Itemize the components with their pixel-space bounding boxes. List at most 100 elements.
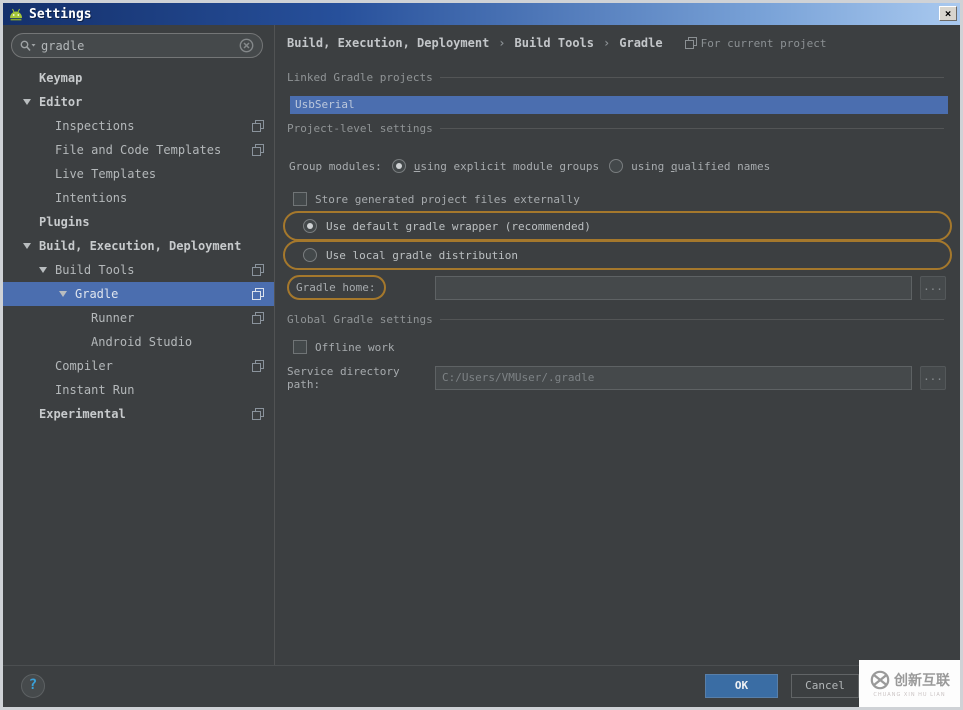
android-icon — [10, 8, 22, 20]
service-directory-browse-button[interactable]: ... — [920, 365, 946, 390]
sidebar-item-keymap[interactable]: Keymap — [3, 66, 274, 90]
global-gradle-settings-header: Global Gradle settings — [287, 312, 944, 326]
store-externally-label: Store generated project files externally — [315, 192, 580, 206]
project-level-settings-header: Project-level settings — [287, 121, 944, 135]
sidebar-item-inspections[interactable]: Inspections — [3, 114, 274, 138]
offline-work-row: Offline work — [275, 339, 960, 355]
copy-settings-icon — [252, 360, 264, 372]
sidebar-item-experimental[interactable]: Experimental — [3, 402, 274, 426]
expand-arrow-icon[interactable] — [59, 291, 67, 297]
default-wrapper-label: Use default gradle wrapper (recommended) — [326, 219, 591, 233]
sidebar-item-live-templates[interactable]: Live Templates — [3, 162, 274, 186]
radio-explicit-label: using explicit module groups — [413, 159, 600, 173]
watermark-subtext: CHUANG XIN HU LIAN — [873, 692, 946, 698]
sidebar-item-label: Inspections — [55, 119, 135, 133]
breadcrumb-build-execution-deployment[interactable]: Build, Execution, Deployment — [287, 36, 489, 50]
sidebar-item-runner[interactable]: Runner — [3, 306, 274, 330]
breadcrumb-separator: › — [603, 36, 611, 50]
linked-project-usbserial[interactable]: UsbSerial — [290, 96, 948, 114]
watermark-logo-icon — [870, 670, 890, 690]
radio-local-gradle-distribution[interactable] — [303, 248, 317, 262]
service-directory-row: Service directory path: ... — [275, 364, 960, 391]
breadcrumb-gradle: Gradle — [619, 36, 663, 50]
sidebar-item-android-studio[interactable]: Android Studio — [3, 330, 274, 354]
service-directory-input[interactable] — [435, 365, 912, 390]
gradle-home-browse-button[interactable]: ... — [920, 275, 946, 300]
settings-tree: Keymap Editor Inspections File and Code … — [3, 66, 274, 665]
copy-settings-icon — [252, 312, 264, 324]
store-externally-row: Store generated project files externally — [275, 191, 960, 207]
expand-arrow-icon[interactable] — [23, 99, 31, 105]
local-distribution-label: Use local gradle distribution — [326, 248, 519, 262]
sidebar-item-instant-run[interactable]: Instant Run — [3, 378, 274, 402]
expand-arrow-icon[interactable] — [39, 267, 47, 273]
sidebar-item-label: Runner — [91, 311, 135, 325]
radio-default-gradle-wrapper[interactable] — [303, 219, 317, 233]
search-box[interactable] — [11, 33, 263, 58]
copy-settings-icon — [252, 120, 264, 132]
scope-label: For current project — [700, 36, 827, 50]
breadcrumb-build-tools[interactable]: Build Tools — [515, 36, 594, 50]
offline-work-label: Offline work — [315, 340, 395, 354]
radio-explicit-module-groups[interactable] — [391, 159, 406, 173]
scope-indicator: For current project — [684, 36, 827, 50]
sidebar-item-label: Android Studio — [91, 335, 193, 349]
sidebar-item-compiler[interactable]: Compiler — [3, 354, 274, 378]
clear-search-icon[interactable] — [239, 38, 254, 53]
store-externally-checkbox[interactable] — [293, 192, 307, 206]
gradle-home-row: Gradle home: ... — [275, 274, 960, 301]
gradle-home-label-col: Gradle home: — [287, 275, 435, 300]
sidebar-item-gradle[interactable]: Gradle — [3, 282, 274, 306]
sidebar-item-plugins[interactable]: Plugins — [3, 210, 274, 234]
copy-settings-icon — [252, 408, 264, 420]
use-default-wrapper-option: Use default gradle wrapper (recommended) — [283, 211, 952, 241]
group-modules-label: Group modules: — [289, 159, 382, 173]
watermark-brand: 创新互联 — [894, 673, 950, 689]
help-button[interactable]: ? — [21, 674, 45, 698]
linked-projects-header: Linked Gradle projects — [287, 70, 944, 84]
radio-qualified-names[interactable] — [609, 159, 624, 173]
group-modules-row: Group modules: using explicit module gro… — [275, 155, 960, 177]
sidebar-item-label: Keymap — [39, 71, 83, 85]
expand-arrow-icon[interactable] — [23, 243, 31, 249]
sidebar-item-editor[interactable]: Editor — [3, 90, 274, 114]
sidebar-item-label: File and Code Templates — [55, 143, 222, 157]
watermark: 创新互联 CHUANG XIN HU LIAN — [859, 660, 960, 707]
ok-button[interactable]: OK — [705, 674, 778, 698]
radio-qualified-label: using qualified names — [631, 159, 771, 173]
settings-window: Settings × Keymap Ed — [0, 0, 963, 710]
sidebar-item-label: Editor — [39, 95, 83, 109]
offline-work-checkbox[interactable] — [293, 340, 307, 354]
copy-settings-icon — [252, 288, 264, 300]
gradle-home-input[interactable] — [435, 275, 912, 300]
sidebar-item-label: Build, Execution, Deployment — [39, 239, 242, 253]
dialog-footer: ? OK Cancel — [3, 665, 960, 707]
sidebar-item-label: Compiler — [55, 359, 113, 373]
titlebar: Settings × — [3, 3, 960, 25]
use-local-distribution-option: Use local gradle distribution — [283, 240, 952, 270]
search-input[interactable] — [41, 38, 235, 53]
breadcrumb: Build, Execution, Deployment › Build Too… — [275, 25, 960, 61]
sidebar-item-build-execution-deployment[interactable]: Build, Execution, Deployment — [3, 234, 274, 258]
close-button[interactable]: × — [939, 6, 957, 21]
breadcrumb-separator: › — [498, 36, 506, 50]
window-title: Settings — [29, 6, 92, 22]
project-scope-icon — [684, 37, 697, 49]
search-icon — [20, 40, 36, 51]
sidebar-item-label: Instant Run — [55, 383, 135, 397]
gradle-settings-panel: Build, Execution, Deployment › Build Too… — [275, 25, 960, 665]
sidebar-item-label: Live Templates — [55, 167, 157, 181]
dialog-body: Keymap Editor Inspections File and Code … — [3, 25, 960, 665]
sidebar-item-intentions[interactable]: Intentions — [3, 186, 274, 210]
settings-sidebar: Keymap Editor Inspections File and Code … — [3, 25, 275, 665]
copy-settings-icon — [252, 144, 264, 156]
sidebar-item-label: Build Tools — [55, 263, 135, 277]
sidebar-item-file-and-code-templates[interactable]: File and Code Templates — [3, 138, 274, 162]
cancel-button[interactable]: Cancel — [791, 674, 859, 698]
copy-settings-icon — [252, 264, 264, 276]
gradle-home-label: Gradle home: — [287, 275, 387, 300]
sidebar-item-build-tools[interactable]: Build Tools — [3, 258, 274, 282]
sidebar-item-label: Intentions — [55, 191, 128, 205]
service-directory-label: Service directory path: — [287, 364, 400, 391]
sidebar-item-label: Gradle — [75, 287, 119, 301]
